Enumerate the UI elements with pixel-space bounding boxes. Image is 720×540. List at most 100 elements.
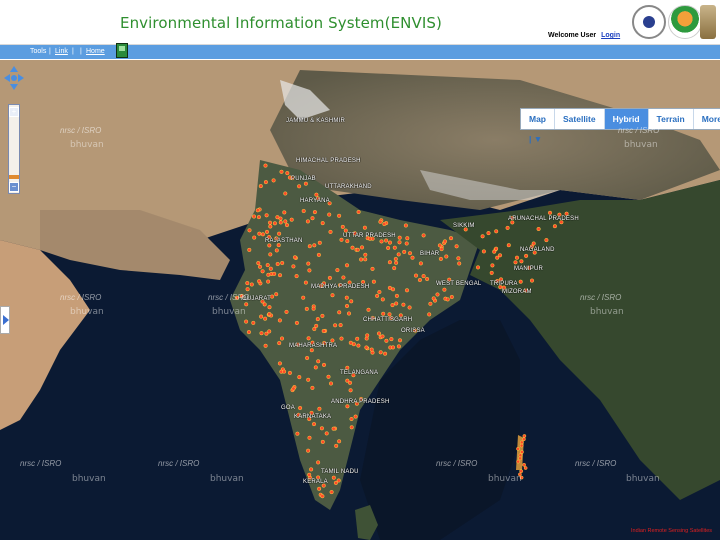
site-marker[interactable]: [249, 282, 254, 287]
site-marker[interactable]: [263, 316, 268, 321]
site-marker[interactable]: [337, 439, 342, 444]
site-marker[interactable]: [490, 263, 495, 268]
site-marker[interactable]: [259, 314, 264, 319]
site-marker[interactable]: [256, 261, 261, 266]
site-marker[interactable]: [418, 261, 423, 266]
site-marker[interactable]: [445, 297, 450, 302]
nav-link[interactable]: Link: [55, 48, 68, 55]
site-marker[interactable]: [513, 260, 518, 265]
site-marker[interactable]: [348, 388, 353, 393]
site-marker[interactable]: [454, 244, 459, 249]
site-marker[interactable]: [421, 274, 426, 279]
site-marker[interactable]: [378, 350, 383, 355]
site-marker[interactable]: [522, 462, 526, 467]
site-marker[interactable]: [425, 276, 430, 282]
site-marker[interactable]: [387, 312, 392, 317]
site-marker[interactable]: [330, 293, 335, 298]
site-marker[interactable]: [390, 345, 396, 350]
site-marker[interactable]: [301, 208, 306, 214]
site-marker[interactable]: [321, 328, 326, 334]
site-marker[interactable]: [394, 293, 399, 298]
site-marker[interactable]: [393, 256, 398, 262]
site-marker[interactable]: [505, 225, 510, 230]
site-marker[interactable]: [297, 184, 302, 189]
site-marker[interactable]: [404, 288, 410, 293]
site-marker[interactable]: [264, 213, 269, 218]
site-marker[interactable]: [283, 191, 288, 196]
site-marker[interactable]: [378, 219, 383, 224]
site-marker[interactable]: [529, 278, 535, 283]
site-marker[interactable]: [307, 435, 312, 440]
site-marker[interactable]: [396, 252, 401, 257]
site-marker[interactable]: [314, 192, 319, 197]
site-marker[interactable]: [292, 255, 298, 260]
site-marker[interactable]: [514, 255, 520, 260]
site-marker[interactable]: [305, 219, 310, 224]
site-marker[interactable]: [371, 279, 376, 284]
nav-home[interactable]: Home: [86, 48, 105, 55]
site-marker[interactable]: [519, 443, 524, 448]
site-marker[interactable]: [364, 345, 369, 350]
site-marker[interactable]: [267, 305, 272, 310]
site-marker[interactable]: [387, 260, 392, 265]
site-marker[interactable]: [337, 310, 342, 315]
site-marker[interactable]: [285, 171, 290, 176]
site-marker[interactable]: [257, 231, 262, 236]
site-marker[interactable]: [271, 178, 276, 183]
site-marker[interactable]: [316, 359, 321, 364]
site-marker[interactable]: [401, 302, 406, 307]
site-marker[interactable]: [365, 333, 370, 338]
site-marker[interactable]: [405, 236, 410, 241]
site-marker[interactable]: [258, 184, 263, 189]
map-type-satellite[interactable]: Satellite: [555, 109, 605, 129]
site-marker[interactable]: [344, 303, 350, 309]
site-marker[interactable]: [481, 249, 486, 254]
site-marker[interactable]: [417, 277, 422, 283]
site-marker[interactable]: [344, 263, 350, 268]
site-marker[interactable]: [320, 494, 325, 499]
site-marker[interactable]: [257, 264, 263, 269]
site-marker[interactable]: [251, 320, 256, 325]
site-marker[interactable]: [306, 261, 311, 266]
site-marker[interactable]: [506, 243, 511, 248]
site-marker[interactable]: [245, 287, 250, 292]
site-marker[interactable]: [303, 181, 308, 186]
site-marker[interactable]: [518, 456, 522, 461]
site-marker[interactable]: [336, 478, 341, 483]
site-marker[interactable]: [351, 342, 356, 347]
site-marker[interactable]: [279, 336, 285, 341]
site-marker[interactable]: [310, 385, 315, 390]
site-marker[interactable]: [518, 279, 523, 284]
site-marker[interactable]: [544, 238, 549, 243]
site-marker[interactable]: [523, 466, 528, 470]
site-marker[interactable]: [282, 369, 287, 374]
site-marker[interactable]: [382, 221, 387, 227]
site-marker[interactable]: [246, 330, 251, 335]
site-marker[interactable]: [380, 297, 385, 302]
site-marker[interactable]: [519, 469, 524, 474]
site-marker[interactable]: [442, 287, 447, 292]
site-marker[interactable]: [306, 377, 311, 382]
site-marker[interactable]: [363, 252, 368, 257]
site-marker[interactable]: [267, 243, 272, 248]
site-marker[interactable]: [518, 453, 523, 458]
site-marker[interactable]: [519, 259, 524, 264]
site-marker[interactable]: [328, 229, 333, 234]
site-marker[interactable]: [444, 254, 449, 259]
site-marker[interactable]: [263, 180, 268, 185]
site-marker[interactable]: [475, 265, 481, 270]
site-marker[interactable]: [489, 270, 494, 275]
site-marker[interactable]: [407, 305, 412, 310]
site-marker[interactable]: [319, 426, 324, 431]
site-marker[interactable]: [267, 329, 272, 334]
site-marker[interactable]: [359, 257, 364, 262]
site-marker[interactable]: [397, 338, 403, 343]
site-marker[interactable]: [349, 416, 354, 422]
site-marker[interactable]: [247, 247, 252, 252]
site-marker[interactable]: [274, 292, 279, 297]
site-marker[interactable]: [428, 301, 433, 306]
site-marker[interactable]: [381, 311, 386, 316]
site-marker[interactable]: [305, 355, 310, 361]
site-marker[interactable]: [317, 406, 322, 411]
site-marker[interactable]: [256, 215, 261, 220]
